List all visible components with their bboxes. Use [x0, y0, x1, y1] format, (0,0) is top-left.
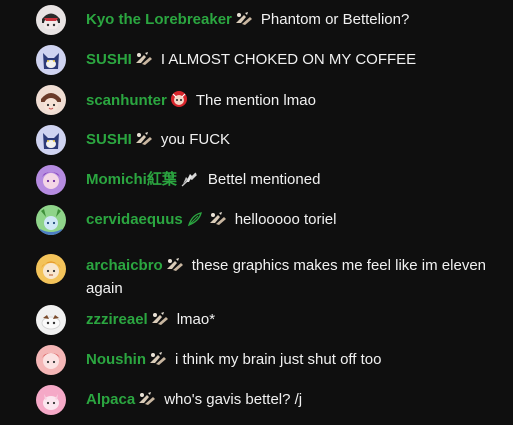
chat-message: SUSHI you FUCK: [36, 125, 493, 155]
live-chat-panel: Kyo the Lorebreaker Phantom or Bettelion?…: [0, 0, 513, 425]
message-text: who's gavis bettel? /j: [164, 391, 303, 408]
message-text: lmao*: [176, 311, 216, 328]
message-text: you FUCK: [160, 131, 231, 148]
avatar-image: [36, 205, 66, 235]
message-line: Momichi紅葉 Bettel mentioned: [86, 170, 493, 193]
member-badge-icon: [138, 391, 156, 413]
message-text: Phantom or Bettelion?: [260, 11, 410, 28]
avatar[interactable]: [36, 385, 66, 415]
chat-message: zzzireael lmao*: [36, 305, 493, 335]
chat-message: Momichi紅葉 Bettel mentioned: [36, 165, 493, 195]
member-badge-icon: [135, 51, 153, 73]
message-line: Alpaca who's gavis bettel? /j: [86, 390, 493, 413]
leaf-icon: [186, 211, 204, 233]
avatar[interactable]: [36, 345, 66, 375]
message-line: Noushin i think my brain just shut off to…: [86, 350, 493, 373]
member-badge-icon: [166, 257, 184, 279]
message-text: i think my brain just shut off too: [175, 351, 382, 368]
avatar-image: [36, 85, 66, 115]
author-name[interactable]: Kyo the Lorebreaker: [86, 11, 232, 28]
message-line: archaicbro these graphics makes me feel l…: [86, 256, 493, 299]
message-text: I ALMOST CHOKED ON MY COFFEE: [160, 51, 417, 68]
member-badge-icon: [151, 311, 169, 333]
author-name[interactable]: archaicbro: [86, 257, 163, 274]
message-text: The mention lmao: [195, 92, 316, 109]
face-badge-icon: [170, 90, 188, 114]
message-line: cervidaequus hellooooo toriel: [86, 210, 493, 233]
member-badge-icon: [235, 11, 253, 33]
avatar[interactable]: [36, 45, 66, 75]
avatar-image: [36, 254, 66, 284]
avatar-image: [36, 165, 66, 195]
chat-message: Alpaca who's gavis bettel? /j: [36, 385, 493, 415]
avatar-image: [36, 345, 66, 375]
avatar[interactable]: [36, 165, 66, 195]
avatar-image: [36, 125, 66, 155]
member-badge-icon: [209, 211, 227, 233]
author-name[interactable]: Alpaca: [86, 391, 135, 408]
message-line: scanhunter The mention lmao: [86, 90, 493, 114]
author-name[interactable]: SUSHI: [86, 131, 132, 148]
message-line: SUSHI you FUCK: [86, 130, 493, 153]
member-badge-icon: [149, 351, 167, 373]
author-name[interactable]: cervidaequus: [86, 211, 183, 228]
author-name[interactable]: scanhunter: [86, 92, 167, 109]
avatar[interactable]: [36, 85, 66, 115]
chat-message: SUSHI I ALMOST CHOKED ON MY COFFEE: [36, 45, 493, 75]
avatar[interactable]: [36, 254, 66, 284]
avatar-image: [36, 5, 66, 35]
message-line: Kyo the Lorebreaker Phantom or Bettelion?: [86, 10, 493, 33]
author-name[interactable]: SUSHI: [86, 51, 132, 68]
avatar[interactable]: [36, 125, 66, 155]
avatar-image: [36, 385, 66, 415]
chat-message: cervidaequus hellooooo toriel: [36, 205, 493, 235]
chat-message: Noushin i think my brain just shut off to…: [36, 345, 493, 375]
avatar[interactable]: [36, 305, 66, 335]
message-text: Bettel mentioned: [207, 171, 321, 188]
avatar[interactable]: [36, 205, 66, 235]
author-name[interactable]: Momichi紅葉: [86, 171, 177, 188]
feather-badge-icon: [180, 171, 200, 193]
author-name[interactable]: Noushin: [86, 351, 146, 368]
chat-message: archaicbro these graphics makes me feel l…: [36, 254, 493, 298]
message-line: zzzireael lmao*: [86, 310, 493, 333]
chat-message: scanhunter The mention lmao: [36, 85, 493, 115]
avatar[interactable]: [36, 5, 66, 35]
author-name[interactable]: zzzireael: [86, 311, 148, 328]
message-line: SUSHI I ALMOST CHOKED ON MY COFFEE: [86, 50, 493, 73]
avatar-image: [36, 45, 66, 75]
chat-message: Kyo the Lorebreaker Phantom or Bettelion?: [36, 5, 493, 35]
avatar-image: [36, 305, 66, 335]
member-badge-icon: [135, 131, 153, 153]
message-text: hellooooo toriel: [234, 211, 337, 228]
